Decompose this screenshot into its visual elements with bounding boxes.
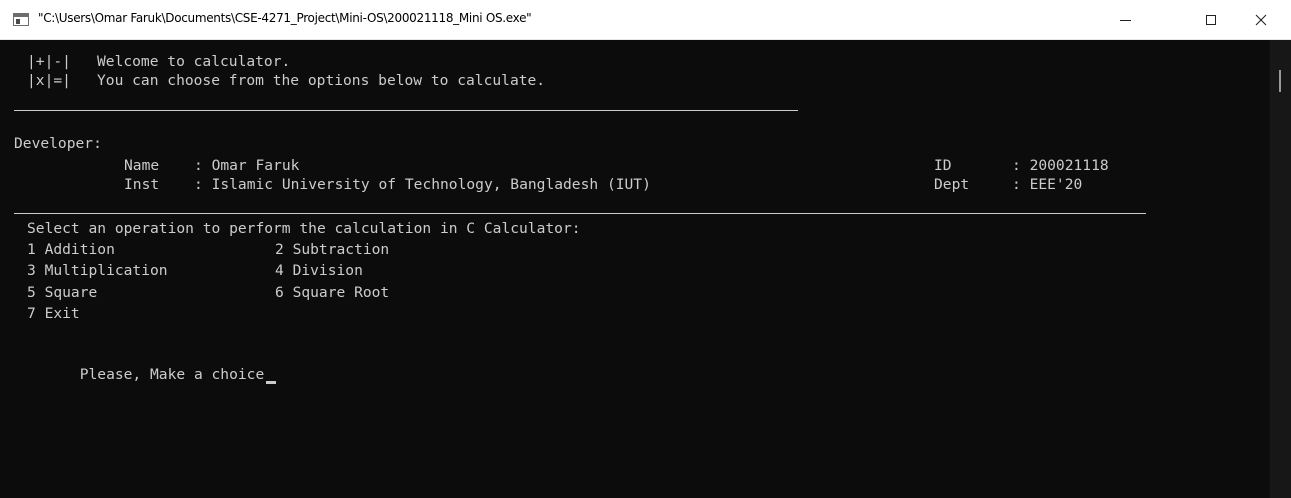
window-title: "C:\Users\Omar Faruk\Documents\CSE-4271_…: [38, 11, 532, 25]
menu-option-square-root: 6 Square Root: [275, 284, 390, 301]
menu-option-division: 4 Division: [275, 262, 363, 279]
close-button[interactable]: [1238, 0, 1284, 40]
intro-text: You can choose from the options below to…: [97, 72, 546, 89]
name-label: Name: [124, 157, 160, 174]
minimize-button[interactable]: [1102, 0, 1148, 40]
choice-prompt-line[interactable]: Please, Make a choice: [27, 346, 277, 403]
select-prompt: Select an operation to perform the calcu…: [27, 220, 581, 237]
title-bar[interactable]: "C:\Users\Omar Faruk\Documents\CSE-4271_…: [0, 0, 1291, 40]
dept-label: Dept: [934, 176, 970, 193]
dept-value: : EEE'20: [1012, 176, 1083, 193]
menu-option-subtraction: 2 Subtraction: [275, 241, 390, 258]
developer-heading: Developer:: [14, 135, 102, 152]
calculator-logo-bottom: |x|=|: [27, 72, 71, 89]
minimize-icon: [1119, 19, 1131, 21]
name-value: : Omar Faruk: [194, 157, 300, 174]
close-icon: [1255, 14, 1267, 26]
console-app-icon[interactable]: [13, 13, 29, 26]
menu-option-multiplication: 3 Multiplication: [27, 262, 168, 279]
calculator-logo-top: |+|-|: [27, 53, 71, 70]
inst-value: : Islamic University of Technology, Bang…: [194, 176, 651, 193]
maximize-button[interactable]: [1188, 0, 1234, 40]
separator-line-bottom: [14, 213, 1146, 214]
console-window: "C:\Users\Omar Faruk\Documents\CSE-4271_…: [0, 0, 1291, 498]
choice-prompt: Please, Make a choice: [79, 366, 265, 383]
maximize-icon: [1206, 15, 1216, 25]
vertical-scrollbar[interactable]: [1270, 40, 1291, 498]
text-cursor: [266, 381, 277, 384]
id-label: ID: [934, 157, 952, 174]
id-value: : 200021118: [1012, 157, 1109, 174]
menu-option-square: 5 Square: [27, 284, 98, 301]
menu-option-exit: 7 Exit: [27, 305, 80, 322]
inst-label: Inst: [124, 176, 160, 193]
welcome-text: Welcome to calculator.: [97, 53, 291, 70]
separator-line-top: [14, 110, 798, 111]
menu-option-addition: 1 Addition: [27, 241, 115, 258]
scrollbar-thumb[interactable]: [1279, 70, 1281, 92]
